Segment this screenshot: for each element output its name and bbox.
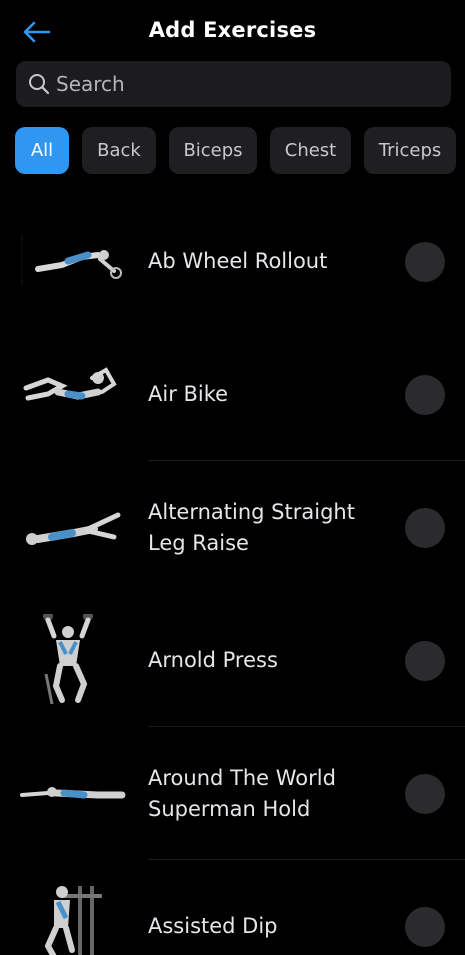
exercise-thumbnail — [18, 747, 128, 837]
exercise-row[interactable]: Arnold Press — [0, 594, 465, 727]
select-toggle[interactable] — [405, 641, 445, 681]
header: Add Exercises — [0, 0, 465, 62]
exercise-name: Alternating Straight Leg Raise — [148, 499, 355, 555]
exercise-thumbnail — [18, 215, 128, 305]
search-input[interactable] — [56, 72, 436, 96]
filter-chip-biceps[interactable]: Biceps — [169, 127, 257, 174]
filter-chip-chest[interactable]: Chest — [270, 127, 351, 174]
search-bar[interactable] — [16, 61, 451, 107]
select-toggle[interactable] — [405, 907, 445, 947]
filter-chip-back[interactable]: Back — [82, 127, 156, 174]
exercise-list: Ab Wheel Rollout Air Bike Alternating St… — [0, 195, 465, 955]
exercise-row[interactable]: Ab Wheel Rollout — [0, 195, 465, 328]
select-toggle[interactable] — [405, 774, 445, 814]
exercise-name: Arnold Press — [148, 648, 278, 672]
filter-chip-all[interactable]: All — [15, 127, 69, 174]
exercise-row[interactable]: Alternating Straight Leg Raise — [0, 461, 465, 594]
exercise-name: Ab Wheel Rollout — [148, 249, 328, 273]
search-icon — [28, 73, 50, 95]
select-toggle[interactable] — [405, 242, 445, 282]
exercise-thumbnail — [18, 481, 128, 571]
exercise-row[interactable]: Assisted Dip — [0, 860, 465, 955]
exercise-name: Assisted Dip — [148, 914, 278, 938]
exercise-thumbnail — [18, 880, 128, 955]
exercise-row[interactable]: Air Bike — [0, 328, 465, 461]
select-toggle[interactable] — [405, 375, 445, 415]
exercise-name: Around The World Superman Hold — [148, 765, 336, 821]
exercise-row[interactable]: Around The World Superman Hold — [0, 727, 465, 860]
exercise-thumbnail — [18, 348, 128, 438]
select-toggle[interactable] — [405, 508, 445, 548]
filter-chip-triceps[interactable]: Triceps — [364, 127, 456, 174]
filter-chips: All Back Biceps Chest Triceps — [15, 127, 456, 174]
page-title: Add Exercises — [148, 18, 317, 42]
exercise-thumbnail — [18, 614, 128, 704]
exercise-name: Air Bike — [148, 382, 229, 406]
